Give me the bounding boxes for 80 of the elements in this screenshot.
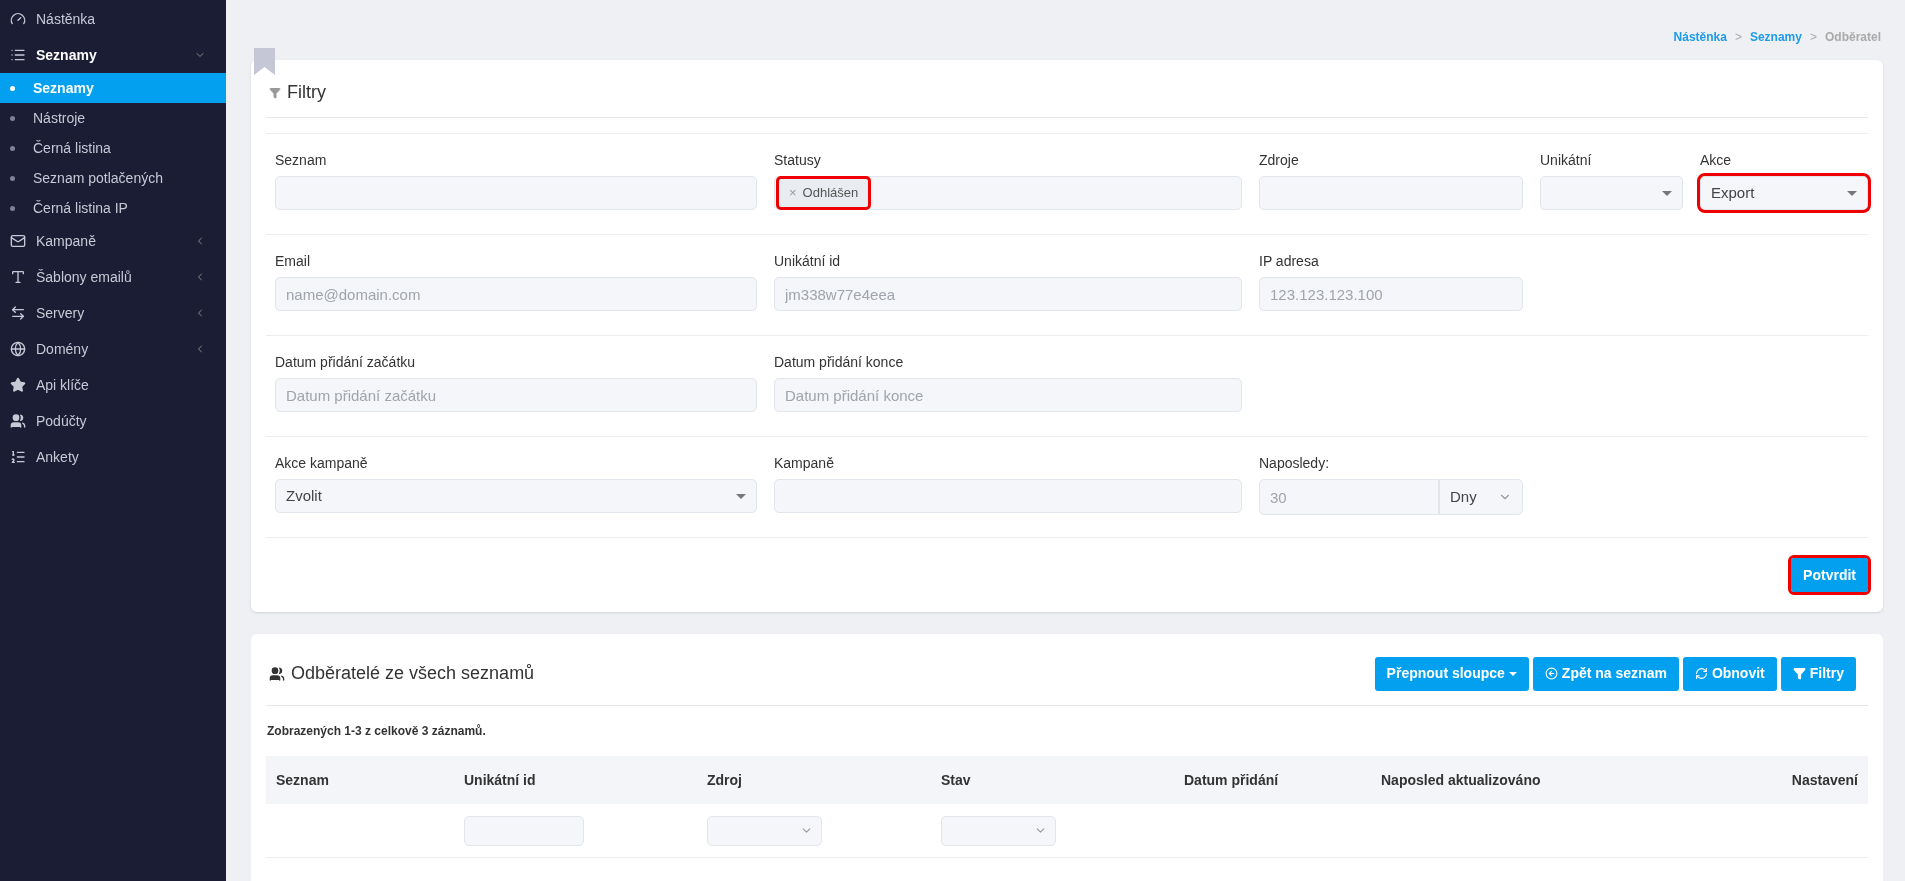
field-label: Datum přidání konce	[774, 353, 905, 372]
refresh-icon	[1694, 667, 1708, 680]
input-field[interactable]: Datum přidání začátku	[275, 378, 757, 412]
star-icon	[10, 377, 26, 393]
column-header: Nastavení	[1790, 770, 1859, 790]
breadcrumb-separator: >	[1809, 29, 1817, 46]
sidebar-item[interactable]: Seznamy	[0, 37, 226, 73]
status-tag[interactable]: × Odhlášen	[779, 179, 869, 207]
sidebar-item[interactable]: Domény	[0, 331, 226, 367]
field-label: Zdroje	[1259, 151, 1300, 170]
sidebar-subitem[interactable]: Seznam potlačených	[0, 163, 226, 193]
filter-icon	[269, 86, 281, 99]
list-icon	[10, 449, 26, 465]
column-filter-select[interactable]	[941, 815, 1056, 846]
dropdown-triangle-icon	[1662, 190, 1672, 196]
globe-icon	[10, 341, 26, 357]
field-label: Statusy	[774, 151, 822, 170]
sidebar-subitem[interactable]: Nástroje	[0, 103, 226, 133]
text-icon	[10, 269, 26, 285]
field-label: Unikátní id	[774, 252, 842, 271]
arrows-icon	[10, 305, 26, 321]
breadcrumb-current: Odběratel	[1825, 29, 1881, 46]
field-label: Email	[275, 252, 311, 271]
breadcrumb-separator: >	[1734, 29, 1742, 46]
caret-icon	[1508, 671, 1517, 676]
sidebar-subitem[interactable]: Černá listina	[0, 133, 226, 163]
field-label: Datum přidání začátku	[275, 353, 417, 372]
input-field[interactable]	[774, 479, 1242, 513]
field-label: Seznam	[275, 151, 328, 170]
sidebar-item[interactable]: Servery	[0, 295, 226, 331]
field-label: Akce	[1700, 151, 1733, 170]
bookmark-icon	[254, 48, 275, 75]
number-field[interactable]: 30	[1259, 479, 1439, 515]
sidebar-item[interactable]: Šablony emailů	[0, 259, 226, 295]
dropdown-triangle-icon	[736, 493, 746, 499]
envelope-icon	[10, 233, 26, 249]
field-label: Unikátní	[1540, 151, 1593, 170]
dropdown-triangle-icon	[1847, 190, 1857, 196]
column-header: Zdroj	[706, 770, 743, 790]
field-label: Kampaně	[774, 454, 835, 473]
sidebar-item[interactable]: Nástěnka	[0, 1, 226, 37]
input-field[interactable]: Datum přidání konce	[774, 378, 1242, 412]
sidebar-item[interactable]: Api klíče	[0, 367, 226, 403]
list-icon	[10, 47, 26, 63]
bullet-icon	[10, 205, 15, 211]
column-header: Seznam	[275, 770, 330, 790]
sidebar-item[interactable]: Kampaně	[0, 223, 226, 259]
card-title: Odběratelé ze všech seznamů	[291, 662, 535, 685]
field-label: Akce kampaně	[275, 454, 369, 473]
users-icon	[10, 413, 26, 429]
input-field[interactable]	[275, 176, 757, 210]
summary-text: Zobrazených 1-3 z celkově 3 záznamů.	[266, 723, 487, 740]
input-field[interactable]: 123.123.123.100	[1259, 277, 1523, 311]
users-icon	[269, 665, 285, 682]
field-label: Naposledy:	[1259, 454, 1331, 473]
filter-icon	[1792, 667, 1806, 680]
input-field[interactable]: name@domain.com	[275, 277, 757, 311]
column-header: Unikátní id	[463, 770, 537, 790]
column-header: Naposled aktualizováno	[1380, 770, 1542, 790]
select-field[interactable]	[1540, 176, 1683, 210]
sidebar-item[interactable]: Podúčty	[0, 403, 226, 439]
column-filter-input[interactable]	[464, 815, 584, 846]
field-label: IP adresa	[1259, 252, 1320, 271]
input-field[interactable]: jm338w77e4eea	[774, 277, 1242, 311]
gauge-icon	[10, 11, 26, 27]
column-header: Datum přidání	[1183, 770, 1280, 790]
input-field[interactable]	[1259, 176, 1523, 210]
column-header: Stav	[940, 770, 972, 790]
bullet-icon	[10, 115, 15, 121]
select-field[interactable]: Export	[1700, 176, 1868, 210]
bullet-icon	[10, 145, 15, 151]
select-field[interactable]: Zvolit	[275, 479, 757, 513]
sidebar-subitem[interactable]: Černá listina IP	[0, 193, 226, 223]
tags-field[interactable]: × Odhlášen	[774, 176, 1242, 210]
card-title: Filtry	[287, 81, 326, 104]
column-filter-select[interactable]	[707, 815, 822, 846]
bullet-icon	[10, 175, 15, 181]
unit-select[interactable]: Dny	[1439, 479, 1523, 515]
sidebar-item[interactable]: Ankety	[0, 439, 226, 475]
bullet-icon	[10, 85, 15, 91]
